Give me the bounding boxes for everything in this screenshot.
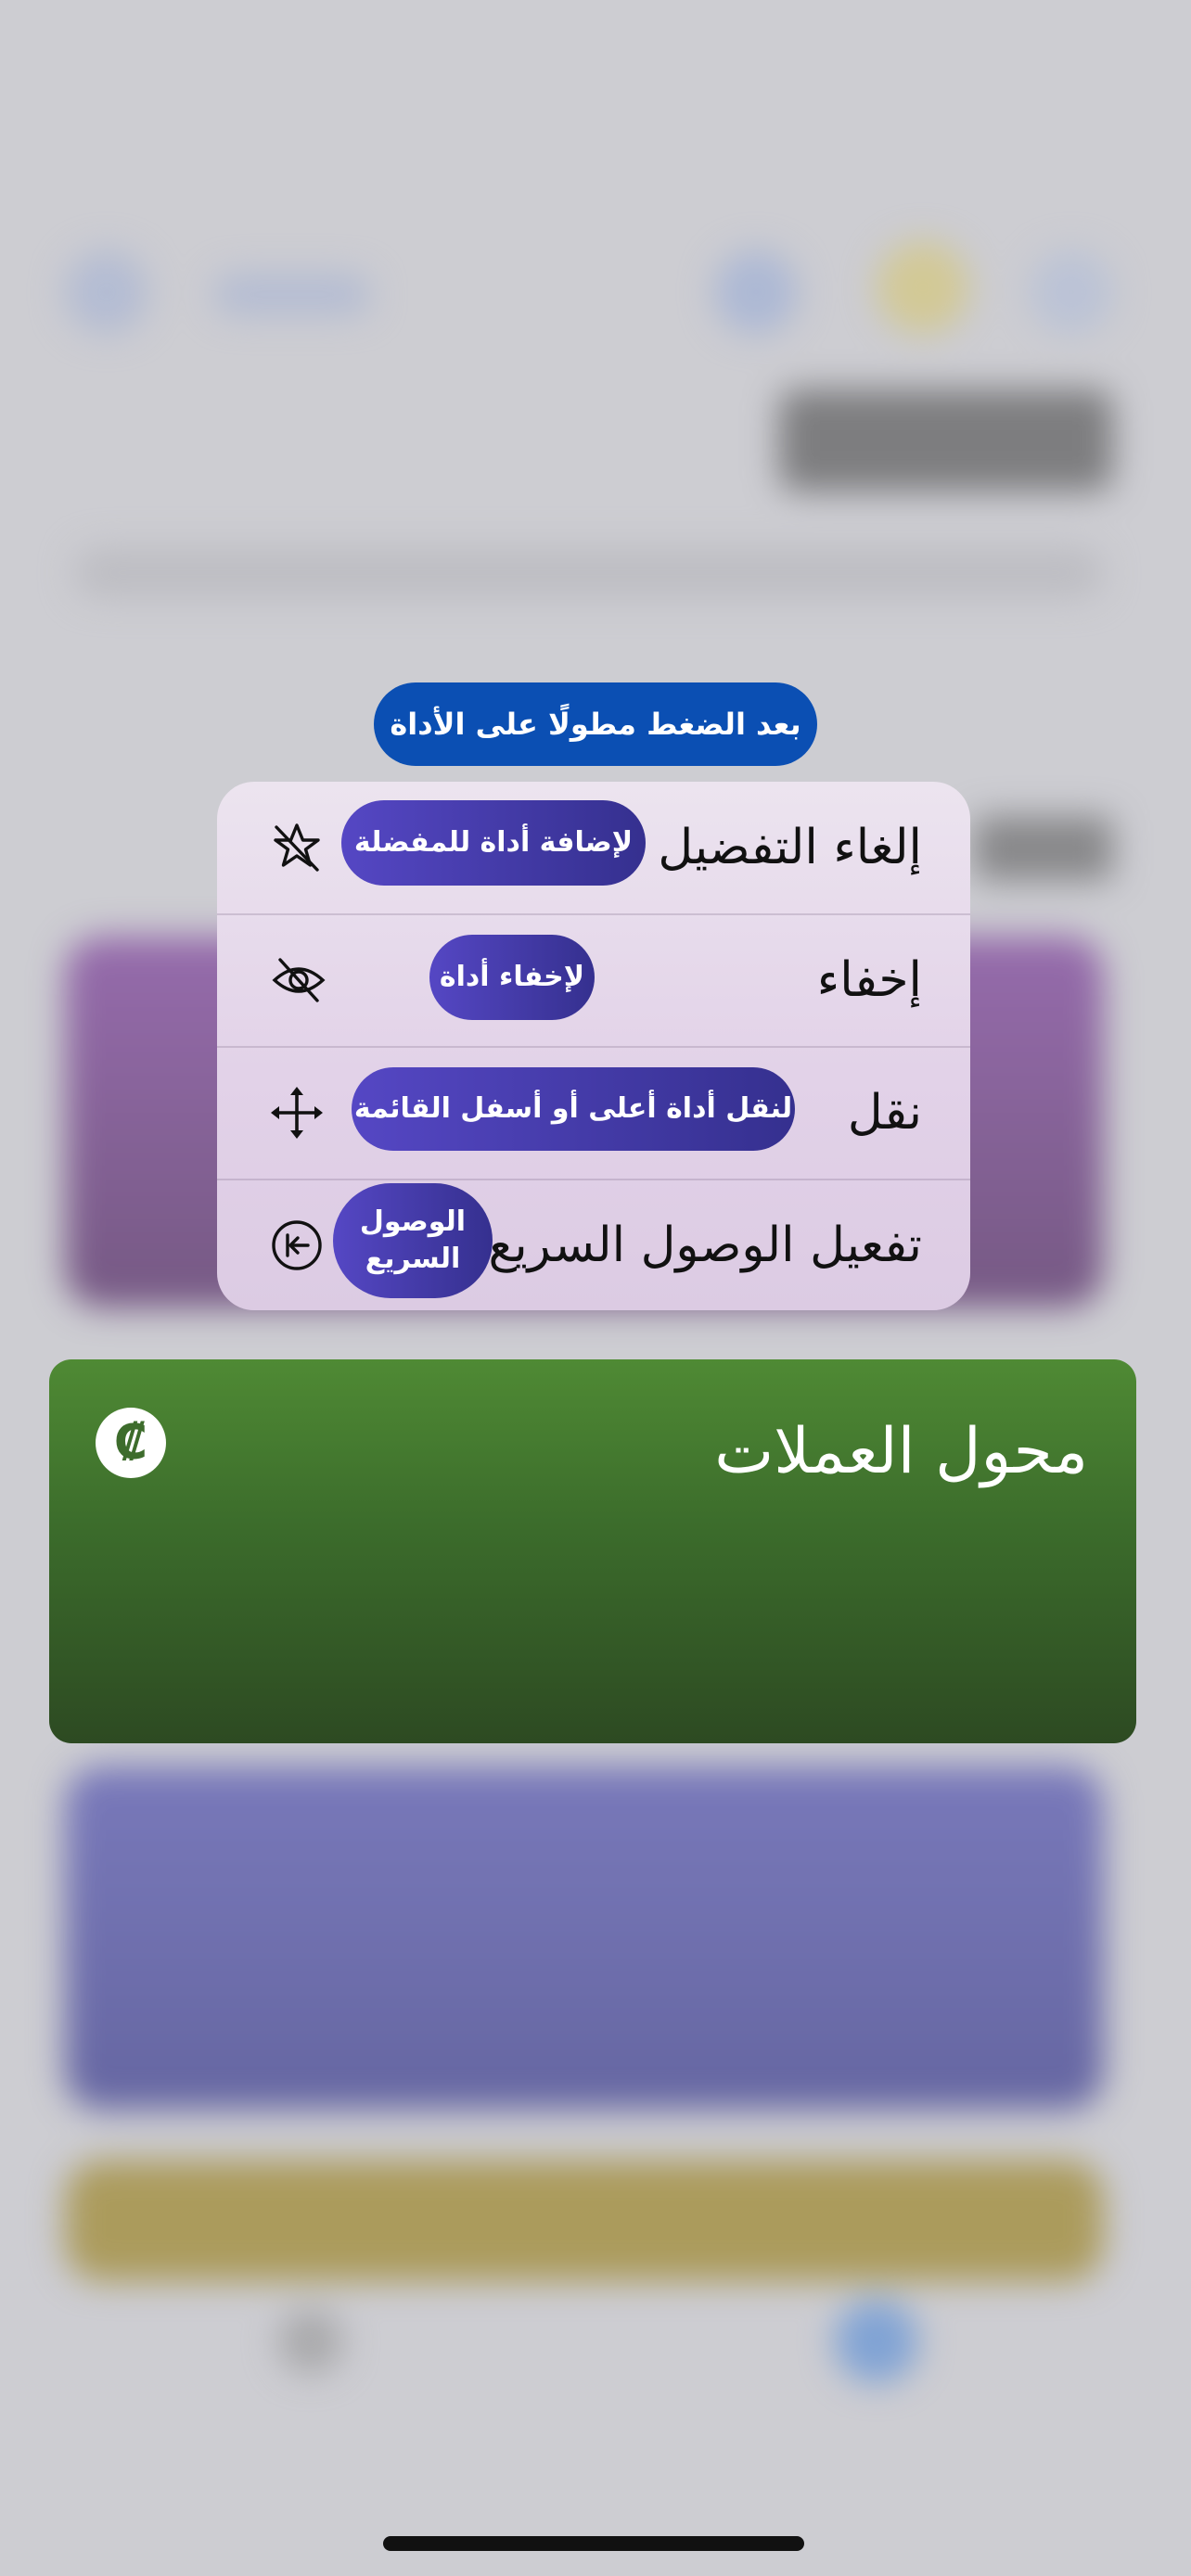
- menu-item-move[interactable]: نقل لنقل أداة أعلى أو أسفل القائمة: [217, 1047, 970, 1180]
- eye-slash-icon: [272, 958, 326, 1002]
- long-press-hint: بعد الضغط مطولًا على الأداة: [374, 682, 817, 766]
- context-menu: إلغاء التفضيل لإضافة أداة للمفضلة إخفاء …: [217, 782, 970, 1310]
- menu-item-unfavorite[interactable]: إلغاء التفضيل لإضافة أداة للمفضلة: [217, 782, 970, 915]
- menu-item-label: تفعيل الوصول السريع: [488, 1218, 922, 1273]
- colon-currency-icon: ₡: [96, 1408, 166, 1478]
- menu-item-hide[interactable]: إخفاء لإخفاء أداة: [217, 914, 970, 1048]
- home-indicator[interactable]: [383, 2536, 804, 2551]
- move-arrows-icon: [271, 1087, 323, 1139]
- menu-item-label: إلغاء التفضيل: [658, 820, 922, 875]
- widget-title: محول العملات: [714, 1415, 1088, 1488]
- quick-access-icon: [272, 1220, 322, 1270]
- hint-badge: لإخفاء أداة: [429, 935, 595, 1020]
- menu-item-label: نقل: [847, 1085, 922, 1141]
- hint-badge: لإضافة أداة للمفضلة: [341, 800, 646, 886]
- star-slash-icon: [274, 823, 320, 872]
- menu-item-quick-access[interactable]: تفعيل الوصول السريع الوصول السريع: [217, 1180, 970, 1310]
- hint-badge: الوصول السريع: [333, 1183, 493, 1298]
- menu-item-label: إخفاء: [816, 952, 922, 1008]
- currency-converter-widget[interactable]: محول العملات ₡: [49, 1359, 1136, 1743]
- hint-badge: لنقل أداة أعلى أو أسفل القائمة: [352, 1067, 795, 1151]
